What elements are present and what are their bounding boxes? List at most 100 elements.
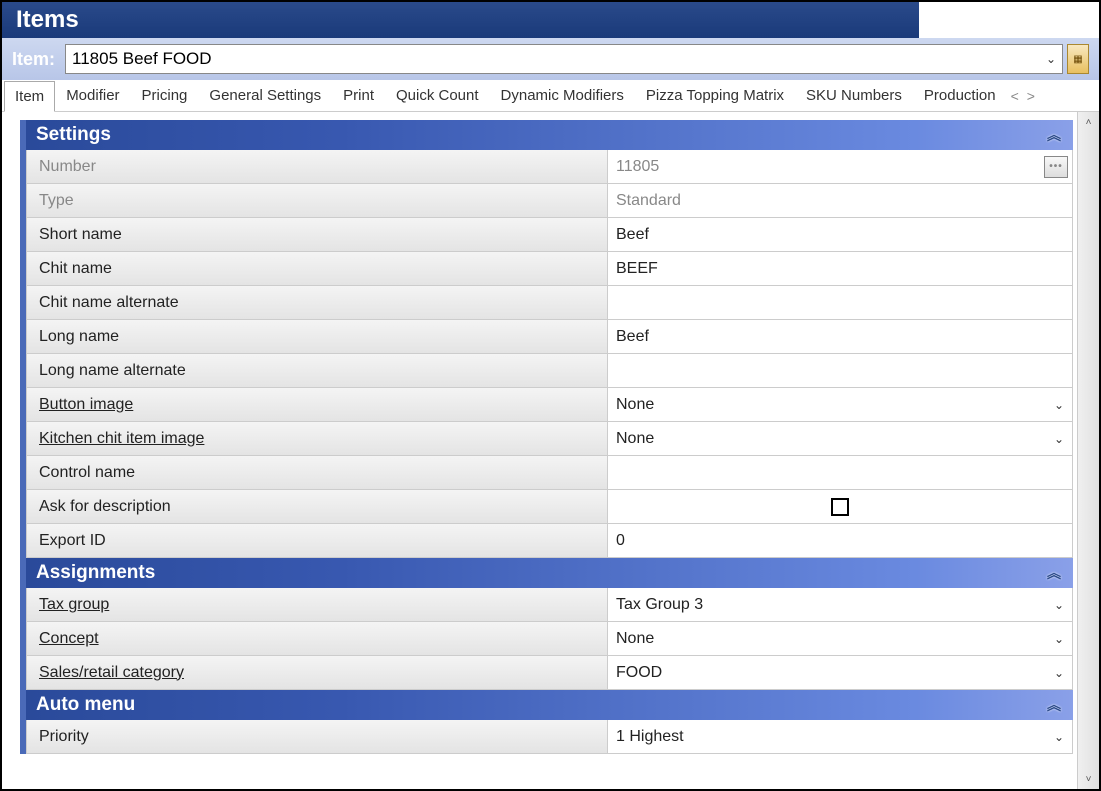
- row-sales-category: Sales/retail category FOOD ⌄: [26, 656, 1073, 690]
- item-selector-row: Item: 11805 Beef FOOD ⌄ ▦: [2, 38, 1099, 80]
- label-short-name: Short name: [26, 218, 608, 251]
- label-chit-name-alt: Chit name alternate: [26, 286, 608, 319]
- value-kitchen-chit-image[interactable]: None ⌄: [608, 422, 1073, 455]
- collapse-icon[interactable]: [1045, 564, 1063, 582]
- chevron-down-icon: ⌄: [1054, 730, 1064, 744]
- chevron-down-icon: ⌄: [1054, 398, 1064, 412]
- titlebar: Items: [2, 2, 1099, 38]
- item-label: Item:: [12, 49, 55, 70]
- row-chit-name: Chit name BEEF: [26, 252, 1073, 286]
- tabs: Item Modifier Pricing General Settings P…: [2, 80, 1099, 112]
- tab-dynamic-modifiers[interactable]: Dynamic Modifiers: [490, 80, 635, 111]
- window-title: Items: [2, 6, 93, 34]
- scroll-down-icon[interactable]: ˅: [1078, 769, 1099, 789]
- row-concept: Concept None ⌄: [26, 622, 1073, 656]
- tab-general-settings[interactable]: General Settings: [198, 80, 332, 111]
- settings-grid: Number 11805 ••• Type Standard Short nam…: [26, 150, 1073, 558]
- value-button-image[interactable]: None ⌄: [608, 388, 1073, 421]
- label-concept: Concept: [26, 622, 608, 655]
- collapse-icon[interactable]: [1045, 696, 1063, 714]
- row-type: Type Standard: [26, 184, 1073, 218]
- window: Items Item: 11805 Beef FOOD ⌄ ▦ Item Mod…: [0, 0, 1101, 791]
- value-concept-text: None: [616, 630, 654, 648]
- label-sales-category: Sales/retail category: [26, 656, 608, 689]
- value-concept[interactable]: None ⌄: [608, 622, 1073, 655]
- row-long-name: Long name Beef: [26, 320, 1073, 354]
- content-area: Settings Number 11805 ••• Type Standard: [2, 112, 1099, 789]
- value-export-id[interactable]: 0: [608, 524, 1073, 557]
- section-header-automenu[interactable]: Auto menu: [26, 690, 1073, 720]
- tab-print[interactable]: Print: [332, 80, 385, 111]
- value-type: Standard: [608, 184, 1073, 217]
- label-long-name: Long name: [26, 320, 608, 353]
- row-priority: Priority 1 Highest⌄: [26, 720, 1073, 754]
- section-header-settings[interactable]: Settings: [26, 120, 1073, 150]
- label-button-image: Button image: [26, 388, 608, 421]
- chevron-down-icon: ⌄: [1054, 432, 1064, 446]
- chevron-down-icon: ⌄: [1054, 598, 1064, 612]
- label-ask-description: Ask for description: [26, 490, 608, 523]
- tab-quick-count[interactable]: Quick Count: [385, 80, 490, 111]
- row-chit-name-alt: Chit name alternate: [26, 286, 1073, 320]
- label-export-id: Export ID: [26, 524, 608, 557]
- tab-scroll-right-icon[interactable]: >: [1023, 88, 1039, 104]
- tab-pizza-topping-matrix[interactable]: Pizza Topping Matrix: [635, 80, 795, 111]
- row-button-image: Button image None ⌄: [26, 388, 1073, 422]
- row-tax-group: Tax group Tax Group 3 ⌄: [26, 588, 1073, 622]
- value-ask-description[interactable]: [608, 490, 1073, 523]
- value-short-name[interactable]: Beef: [608, 218, 1073, 251]
- value-control-name[interactable]: [608, 456, 1073, 489]
- label-long-name-alt: Long name alternate: [26, 354, 608, 387]
- scroll-up-icon[interactable]: ˄: [1078, 112, 1099, 132]
- section-title-automenu: Auto menu: [36, 694, 135, 716]
- vertical-scrollbar[interactable]: ˄ ˅: [1077, 112, 1099, 789]
- panel: Settings Number 11805 ••• Type Standard: [2, 112, 1077, 789]
- value-kitchen-chit-image-text: None: [616, 430, 654, 448]
- value-chit-name[interactable]: BEEF: [608, 252, 1073, 285]
- row-export-id: Export ID 0: [26, 524, 1073, 558]
- label-kitchen-chit-image: Kitchen chit item image: [26, 422, 608, 455]
- item-dropdown[interactable]: 11805 Beef FOOD ⌄: [65, 44, 1063, 74]
- ellipsis-button[interactable]: •••: [1044, 156, 1068, 178]
- row-short-name: Short name Beef: [26, 218, 1073, 252]
- tool-icon[interactable]: ▦: [1067, 44, 1089, 74]
- collapse-icon[interactable]: [1045, 126, 1063, 144]
- chevron-down-icon: ⌄: [1046, 52, 1056, 66]
- checkbox[interactable]: [831, 498, 849, 516]
- row-control-name: Control name: [26, 456, 1073, 490]
- tab-modifier[interactable]: Modifier: [55, 80, 130, 111]
- value-long-name[interactable]: Beef: [608, 320, 1073, 353]
- value-number[interactable]: 11805 •••: [608, 150, 1073, 183]
- value-tax-group-text: Tax Group 3: [616, 596, 703, 614]
- tab-scroll-left-icon[interactable]: <: [1007, 88, 1023, 104]
- value-long-name-alt[interactable]: [608, 354, 1073, 387]
- value-chit-name-text: BEEF: [616, 260, 658, 278]
- tab-production[interactable]: Production: [913, 80, 1007, 111]
- label-chit-name: Chit name: [26, 252, 608, 285]
- row-number: Number 11805 •••: [26, 150, 1073, 184]
- value-sales-category-text: FOOD: [616, 664, 662, 682]
- value-tax-group[interactable]: Tax Group 3 ⌄: [608, 588, 1073, 621]
- tab-item[interactable]: Item: [4, 81, 55, 112]
- value-chit-name-alt[interactable]: [608, 286, 1073, 319]
- section-title-assignments: Assignments: [36, 562, 155, 584]
- tab-sku-numbers[interactable]: SKU Numbers: [795, 80, 913, 111]
- row-kitchen-chit-image: Kitchen chit item image None ⌄: [26, 422, 1073, 456]
- chevron-down-icon: ⌄: [1054, 632, 1064, 646]
- tab-pricing[interactable]: Pricing: [131, 80, 199, 111]
- row-long-name-alt: Long name alternate: [26, 354, 1073, 388]
- value-priority[interactable]: 1 Highest⌄: [608, 720, 1073, 753]
- item-dropdown-value: 11805 Beef FOOD: [72, 49, 212, 69]
- section-header-assignments[interactable]: Assignments: [26, 558, 1073, 588]
- label-control-name: Control name: [26, 456, 608, 489]
- value-type-text: Standard: [616, 192, 681, 210]
- section-title-settings: Settings: [36, 124, 111, 146]
- assignments-grid: Tax group Tax Group 3 ⌄ Concept None ⌄ Sal…: [26, 588, 1073, 690]
- chevron-down-icon: ⌄: [1054, 666, 1064, 680]
- label-tax-group: Tax group: [26, 588, 608, 621]
- value-sales-category[interactable]: FOOD ⌄: [608, 656, 1073, 689]
- automenu-grid: Priority 1 Highest⌄: [26, 720, 1073, 754]
- row-ask-description: Ask for description: [26, 490, 1073, 524]
- value-long-name-text: Beef: [616, 328, 649, 346]
- value-button-image-text: None: [616, 396, 654, 414]
